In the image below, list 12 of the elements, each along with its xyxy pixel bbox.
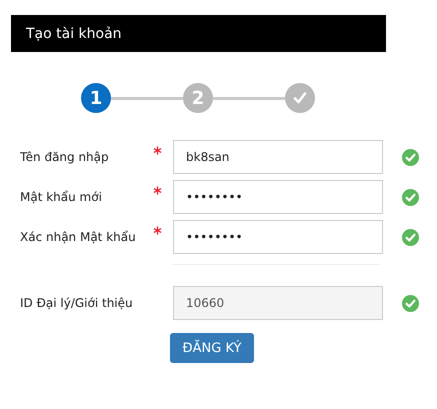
step-indicator: 2 [183,83,213,113]
page-title: Tạo tài khoản [26,26,122,42]
input-field[interactable]: •••••••• [173,180,383,214]
field-label: Tên đăng nhập [19,150,110,164]
input-field[interactable]: bk8san [173,140,383,174]
step-indicator: 1 [81,83,111,113]
field-label: Xác nhận Mật khẩu [19,230,137,244]
input-field[interactable]: •••••••• [173,220,383,254]
field-label: ID Đại lý/Giới thiệu [19,296,134,310]
tick-icon [292,90,308,106]
field-label: Mật khẩu mới [19,190,103,204]
register-button[interactable]: ĐĂNG KÝ [170,333,254,363]
